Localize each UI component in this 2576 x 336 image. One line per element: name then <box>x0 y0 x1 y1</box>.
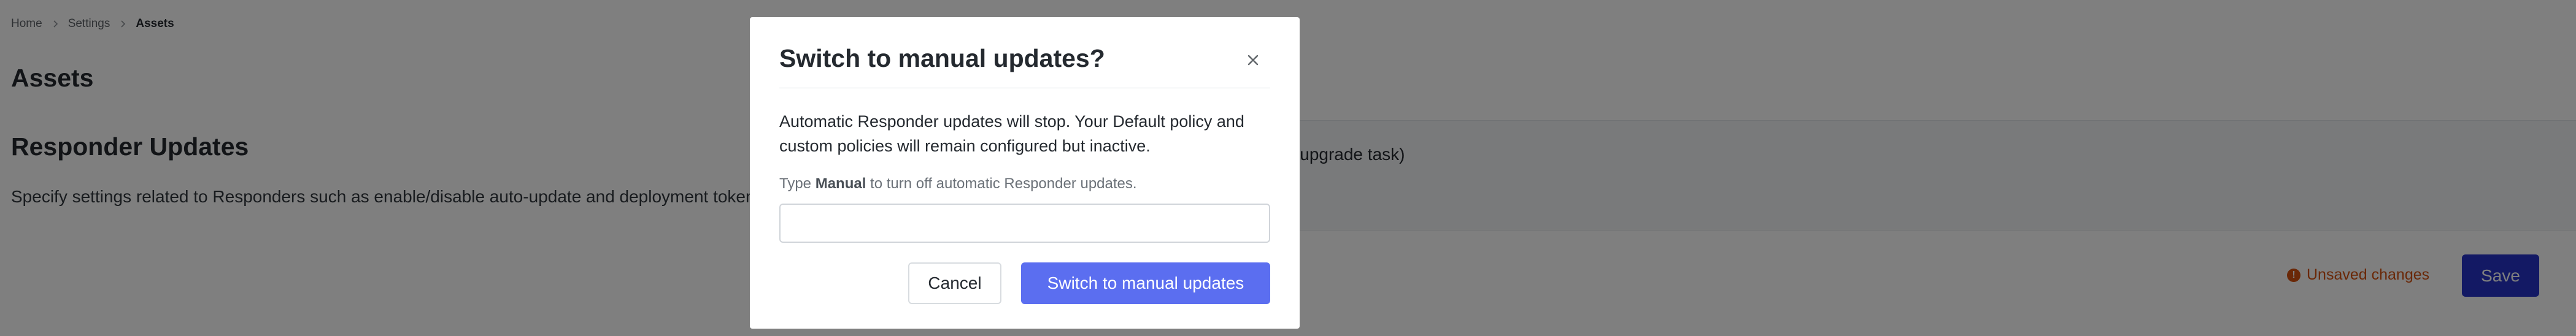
cancel-button[interactable]: Cancel <box>908 262 1001 304</box>
page: Home Settings Assets Assets Responder Up… <box>0 0 2576 336</box>
close-button[interactable] <box>1241 48 1265 72</box>
confirm-keyword-input[interactable] <box>779 204 1270 243</box>
confirm-manual-updates-dialog: Switch to manual updates? Automatic Resp… <box>750 17 1300 329</box>
dialog-message: Automatic Responder updates will stop. Y… <box>779 112 1244 155</box>
dialog-hint: Type Manual to turn off automatic Respon… <box>779 175 1137 193</box>
dialog-title: Switch to manual updates? <box>779 44 1105 72</box>
hint-prefix: Type <box>779 175 816 192</box>
close-icon <box>1248 55 1259 66</box>
switch-to-manual-button[interactable]: Switch to manual updates <box>1021 262 1270 304</box>
hint-keyword: Manual <box>815 175 866 192</box>
hint-suffix: to turn off automatic Responder updates. <box>866 175 1137 192</box>
